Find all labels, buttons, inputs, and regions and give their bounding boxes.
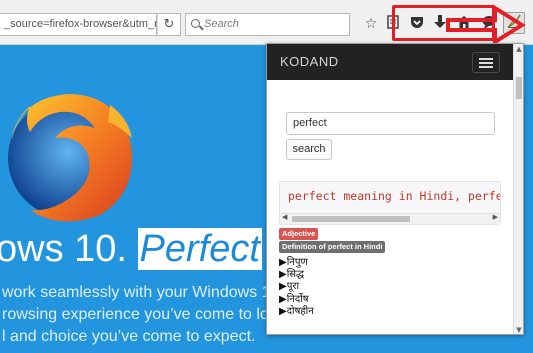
definition-list: ▶निपुण ▶सिद्ध ▶पूरा ▶निर्दोष ▶दोषहीन xyxy=(279,257,314,318)
bookmark-star-icon[interactable]: ☆ xyxy=(362,14,380,34)
list-item: ▶निर्दोष xyxy=(279,293,309,305)
list-item: ▶पूरा xyxy=(279,281,300,293)
search-bar[interactable]: Search xyxy=(185,13,350,36)
result-code-box: perfect meaning in Hindi, perfect meanin… xyxy=(279,181,501,225)
popup-vertical-scrollbar[interactable]: ▲ ▼ xyxy=(513,44,523,334)
body-text: work seamlessly with your Windows 10 u r… xyxy=(2,282,293,348)
headline-text-before: ows 10. xyxy=(0,228,138,270)
result-heading: perfect meaning in Hindi, perfect meanin… xyxy=(288,189,500,203)
definition-label-badge: Definition of perfect in Hindi xyxy=(279,241,386,253)
part-of-speech-badge: Adjective xyxy=(279,228,319,240)
reload-icon[interactable]: ↻ xyxy=(157,13,181,36)
word-search-input[interactable]: perfect xyxy=(286,112,495,135)
hamburger-menu-icon[interactable] xyxy=(472,52,500,73)
search-placeholder: Search xyxy=(204,18,239,30)
browser-toolbar: _source=firefox-browser&utm_me ↻ Search … xyxy=(0,0,533,46)
list-item: ▶दोषहीन xyxy=(279,305,314,317)
scrollbar-thumb[interactable] xyxy=(516,77,522,99)
body-line: l and choice you’ve come to expect. xyxy=(2,328,256,345)
body-line: rowsing experience you’ve come to love, xyxy=(2,306,291,323)
headline-highlighted-word: Perfect xyxy=(137,228,262,270)
url-bar[interactable]: _source=firefox-browser&utm_me xyxy=(0,13,157,36)
search-icon xyxy=(191,19,200,28)
list-item: ▶निपुण xyxy=(279,257,308,268)
kodand-popup: KODAND ▲ ▼ perfect search perfect meanin… xyxy=(266,43,524,335)
search-button[interactable]: search xyxy=(286,139,332,160)
scrollbar-thumb[interactable] xyxy=(292,216,410,222)
popup-brand[interactable]: KODAND xyxy=(280,44,339,80)
result-horizontal-scrollbar[interactable]: ◀ ▶ xyxy=(280,213,500,224)
popup-navbar: KODAND xyxy=(267,44,513,80)
list-item: ▶सिद्ध xyxy=(279,269,305,281)
firefox-logo xyxy=(8,94,132,222)
body-line: work seamlessly with your Windows 10 u xyxy=(2,284,293,301)
